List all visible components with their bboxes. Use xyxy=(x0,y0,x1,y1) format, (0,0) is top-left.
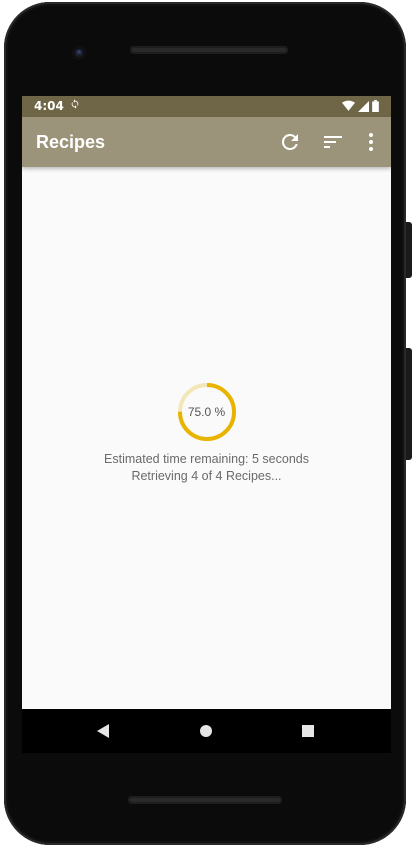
recents-square-icon[interactable] xyxy=(301,723,315,742)
time-remaining-text: Estimated time remaining: 5 seconds xyxy=(104,452,309,466)
loading-panel: 75.0 % Estimated time remaining: 5 secon… xyxy=(22,382,391,485)
bottom-speaker xyxy=(128,796,282,804)
sync-icon xyxy=(70,98,80,113)
progress-percent-label: 75.0 % xyxy=(187,405,226,419)
status-bar: 4:04 xyxy=(22,96,391,117)
navigation-bar xyxy=(22,709,391,753)
top-speaker xyxy=(130,46,288,54)
progress-ring: 75.0 % xyxy=(177,382,237,442)
signal-icon xyxy=(358,100,369,115)
home-circle-icon[interactable] xyxy=(199,723,213,742)
status-icons xyxy=(342,100,379,115)
app-screen: 4:04 Recipes 75.0 % Estimated time remai… xyxy=(22,96,391,709)
back-triangle-icon[interactable] xyxy=(96,723,110,743)
app-bar: Recipes xyxy=(22,117,391,167)
status-time: 4:04 xyxy=(34,99,64,113)
battery-icon xyxy=(372,100,379,115)
wifi-icon xyxy=(342,100,355,115)
power-button xyxy=(406,222,412,278)
front-camera xyxy=(72,46,86,60)
sort-icon[interactable] xyxy=(321,130,345,154)
app-title: Recipes xyxy=(36,132,106,152)
retrieving-status-text: Retrieving 4 of 4 Recipes... xyxy=(131,469,282,483)
volume-button xyxy=(406,348,412,460)
refresh-icon[interactable] xyxy=(278,130,302,154)
more-vert-icon[interactable] xyxy=(359,130,383,154)
